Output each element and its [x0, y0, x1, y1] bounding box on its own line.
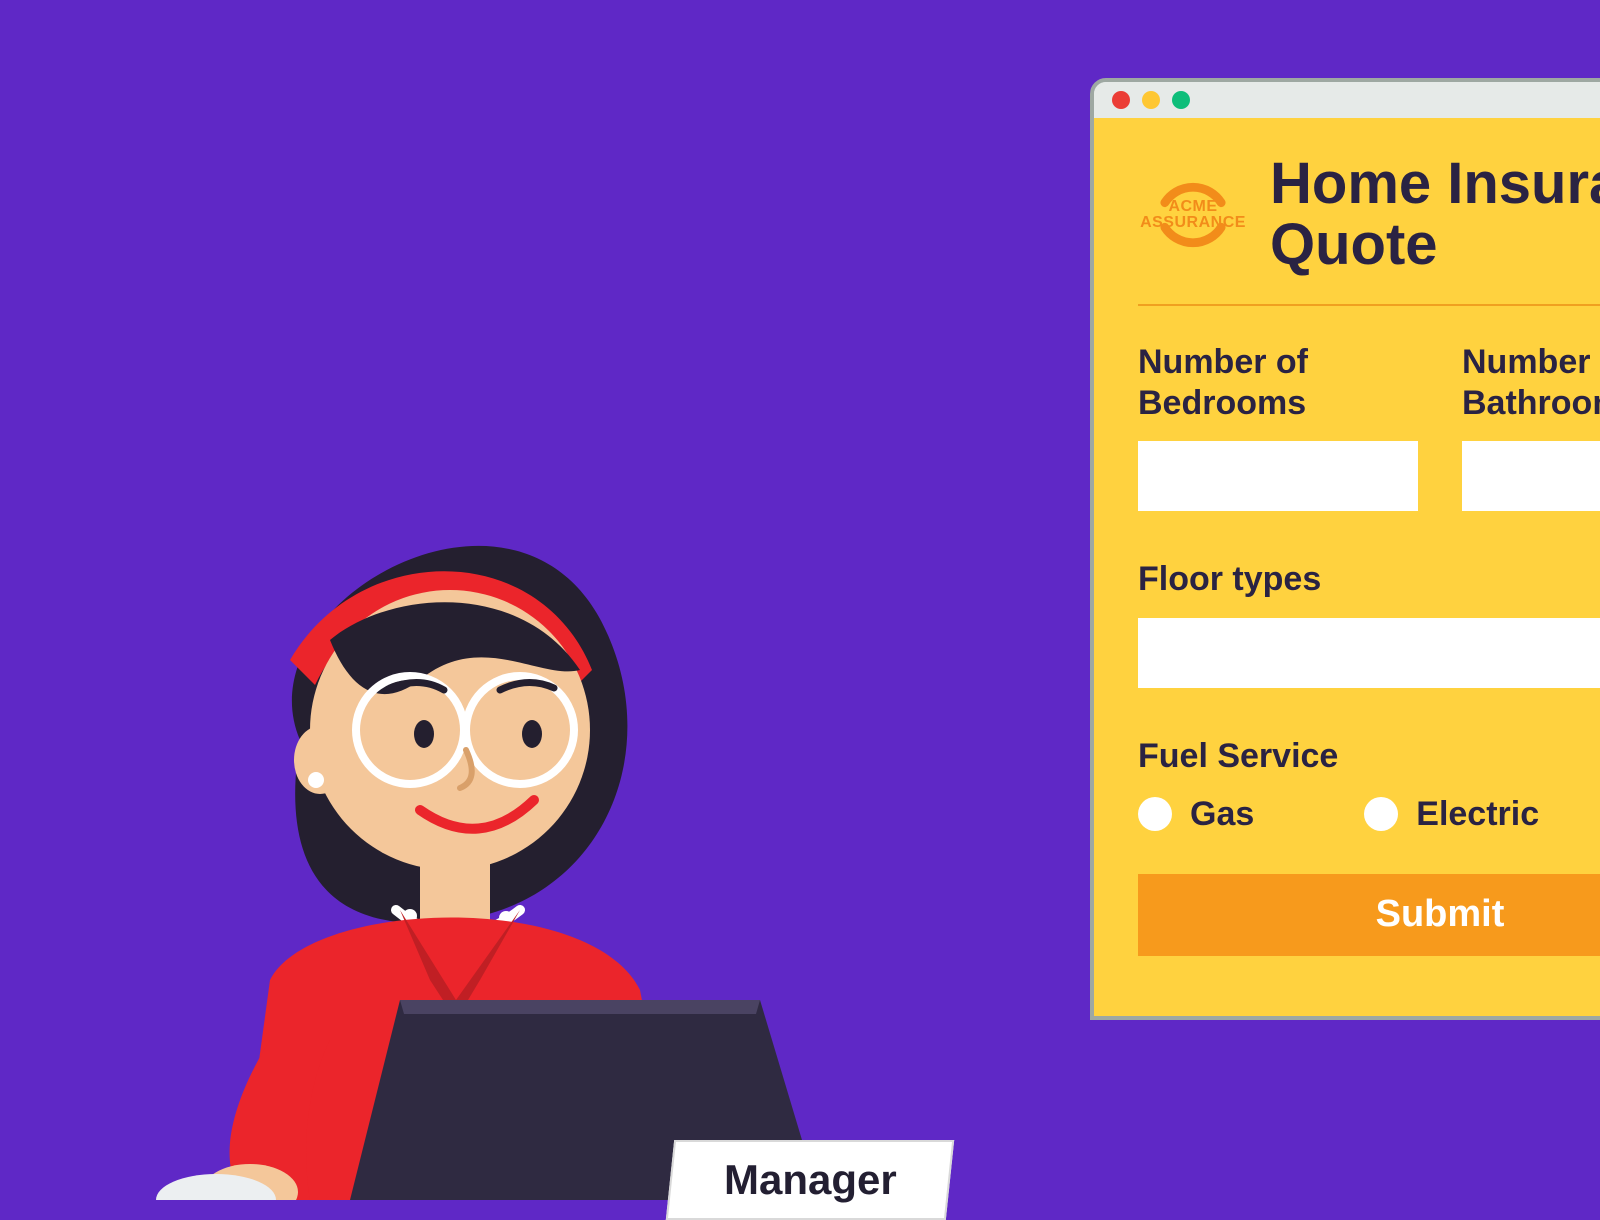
fuel-service-label: Fuel Service — [1138, 736, 1600, 777]
fuel-option-electric[interactable]: Electric — [1364, 795, 1539, 834]
bathrooms-label: Number of Bathrooms — [1462, 342, 1600, 424]
radio-icon — [1138, 797, 1172, 831]
floor-types-input[interactable] — [1138, 618, 1600, 688]
bedrooms-label: Number of Bedrooms — [1138, 342, 1418, 424]
bathrooms-input[interactable] — [1462, 441, 1600, 511]
fuel-option-gas[interactable]: Gas — [1138, 795, 1254, 834]
close-icon[interactable] — [1112, 91, 1130, 109]
acme-assurance-logo: ACME ASSURANCE — [1138, 171, 1248, 259]
form-title: Home Insurance Quote — [1270, 154, 1600, 276]
minimize-icon[interactable] — [1142, 91, 1160, 109]
logo-text-line2: ASSURANCE — [1140, 215, 1246, 231]
submit-button[interactable]: Submit — [1138, 874, 1600, 956]
nameplate-label: Manager — [724, 1156, 897, 1204]
maximize-icon[interactable] — [1172, 91, 1190, 109]
fuel-electric-label: Electric — [1416, 795, 1539, 834]
window-title-bar — [1094, 82, 1600, 118]
floor-types-label: Floor types — [1138, 559, 1600, 600]
quote-form-window: ACME ASSURANCE Home Insurance Quote Numb… — [1090, 78, 1600, 1020]
nameplate: Manager — [666, 1140, 954, 1220]
bedrooms-input[interactable] — [1138, 441, 1418, 511]
radio-icon — [1364, 797, 1398, 831]
manager-illustration: Manager — [120, 480, 940, 1200]
logo-text-line1: ACME — [1140, 199, 1246, 215]
fuel-gas-label: Gas — [1190, 795, 1254, 834]
